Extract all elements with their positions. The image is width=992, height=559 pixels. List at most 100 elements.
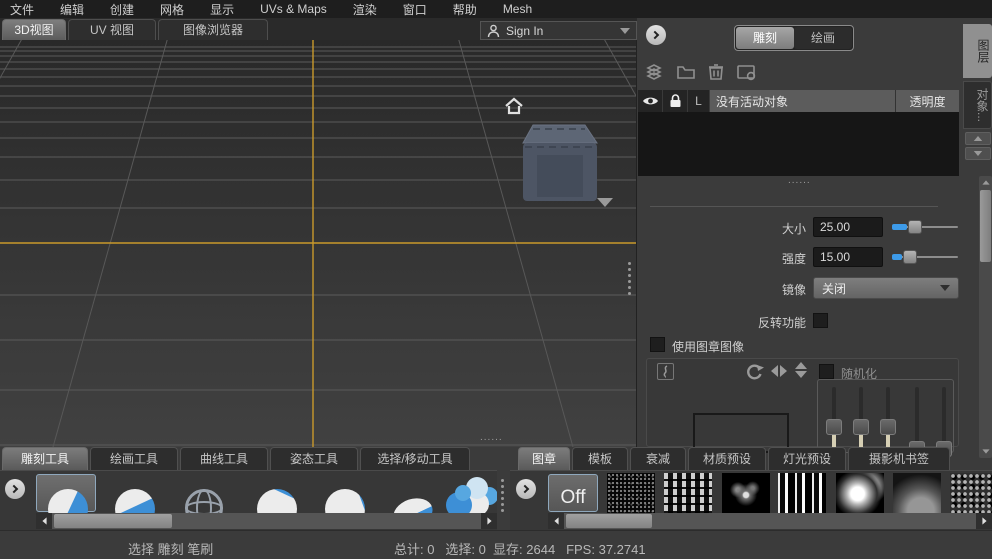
expand-stamp-tray-button[interactable]: [516, 479, 536, 499]
stamp-image-group: 随机化: [646, 358, 959, 457]
tab-camera-bookmarks[interactable]: 摄影机书签: [848, 447, 950, 470]
invert-checkbox[interactable]: [813, 313, 828, 328]
tab-uv-view[interactable]: UV 视图: [68, 19, 156, 40]
tab-sculpt-tools[interactable]: 雕刻工具: [2, 447, 88, 470]
scrollbar-thumb[interactable]: [566, 514, 652, 528]
flip-horizontal-icon[interactable]: [771, 365, 787, 377]
scrollbar-thumb[interactable]: [54, 514, 172, 528]
menu-bar: 文件 编辑 创建 网格 显示 UVs & Maps 渲染 窗口 帮助 Mesh: [0, 0, 992, 18]
stamp-off-label: Off: [560, 487, 586, 508]
stamp-thumbnail-streaks[interactable]: [778, 473, 826, 513]
layer-group-button[interactable]: [676, 62, 698, 82]
stamp-browse-button[interactable]: [657, 363, 674, 380]
stamp-thumbnail-dot-grid[interactable]: [664, 473, 712, 513]
brush-tray-scrollbar[interactable]: [36, 513, 497, 529]
tab-stamps[interactable]: 图章: [518, 447, 570, 470]
vram-value: 2644: [526, 542, 556, 557]
layer-list-header: L 没有活动对象 透明度: [638, 90, 959, 112]
panel-scrollbar[interactable]: [979, 176, 992, 458]
invert-label: 反转功能: [757, 316, 806, 330]
mirror-value: 关闭: [822, 281, 847, 296]
layer-list[interactable]: [638, 112, 959, 176]
tab-stencils[interactable]: 模板: [572, 447, 628, 470]
size-slider[interactable]: [892, 219, 958, 236]
tab-curve-tools[interactable]: 曲线工具: [180, 447, 268, 470]
layer-image-button[interactable]: [736, 62, 758, 82]
scroll-left-icon[interactable]: [36, 513, 52, 529]
home-icon[interactable]: [504, 97, 524, 115]
fps-value: 37.2741: [598, 542, 646, 557]
scene-stats: 总计: 0 选择: 0 显存: 2644 FPS: 37.2741: [394, 539, 646, 558]
viewport-3d[interactable]: ......: [0, 40, 637, 447]
view-cube[interactable]: [519, 117, 601, 205]
tab-image-browser[interactable]: 图像浏览器: [158, 19, 268, 40]
stamp-off-tile[interactable]: Off: [548, 474, 598, 512]
menu-mesh[interactable]: Mesh: [503, 2, 532, 16]
new-layer-button[interactable]: [646, 62, 668, 82]
stamp-tray-tabs: 图章 模板 衰减 材质预设 灯光预设 摄影机书签: [510, 447, 992, 470]
vram-label: 显存:: [493, 542, 523, 557]
layer-visibility-column[interactable]: [638, 90, 663, 112]
foamy-brush-icon[interactable]: [455, 485, 471, 501]
use-stamp-checkbox[interactable]: [650, 337, 665, 352]
expand-tray-button[interactable]: [5, 479, 25, 499]
menu-help[interactable]: 帮助: [453, 1, 477, 18]
brush-tile-selected[interactable]: [36, 474, 96, 529]
side-tab-layers[interactable]: 图层: [963, 24, 992, 78]
layer-l-column: L: [688, 90, 710, 112]
side-tab-scroll-up-button[interactable]: [965, 132, 991, 145]
scroll-up-icon[interactable]: [979, 176, 992, 189]
stamp-thumbnail-cloud[interactable]: [836, 473, 884, 513]
scroll-left-icon[interactable]: [548, 513, 564, 529]
collapse-panel-button[interactable]: [646, 25, 666, 45]
menu-mesh-grid[interactable]: 网格: [160, 1, 184, 18]
menu-display[interactable]: 显示: [210, 1, 234, 18]
rotate-icon[interactable]: [745, 363, 765, 381]
strength-slider[interactable]: [892, 249, 958, 266]
mode-sculpt-button[interactable]: 雕刻: [736, 27, 794, 49]
divider: [650, 206, 938, 207]
strength-input[interactable]: 15.00: [813, 247, 883, 267]
layer-lock-column[interactable]: [663, 90, 688, 112]
tab-material-presets[interactable]: 材质预设: [688, 447, 766, 470]
side-tab-scroll-down-button[interactable]: [965, 147, 991, 160]
tab-falloff[interactable]: 衰减: [630, 447, 686, 470]
tab-light-presets[interactable]: 灯光预设: [768, 447, 846, 470]
menu-edit[interactable]: 编辑: [60, 1, 84, 18]
tab-pose-tools[interactable]: 姿态工具: [270, 447, 358, 470]
total-value: 0: [427, 542, 435, 557]
sign-in-dropdown[interactable]: Sign In: [480, 21, 637, 40]
chevron-down-icon: [620, 27, 630, 34]
circle-arrow-icon: [520, 484, 530, 494]
tab-select-move-tools[interactable]: 选择/移动工具: [360, 447, 470, 470]
stamp-thumbnail-rock[interactable]: [950, 473, 992, 513]
scroll-right-icon[interactable]: [481, 513, 497, 529]
sign-in-label: Sign In: [506, 23, 544, 38]
stamp-tray-scrollbar[interactable]: [548, 513, 992, 529]
tab-paint-tools[interactable]: 绘画工具: [90, 447, 178, 470]
mirror-dropdown[interactable]: 关闭: [813, 277, 959, 299]
panel-splitter-handle[interactable]: [628, 260, 631, 296]
mode-paint-button[interactable]: 绘画: [794, 27, 852, 49]
stamp-thumbnail-splatter[interactable]: [722, 473, 770, 513]
side-tab-objects[interactable]: 对象...: [963, 81, 992, 129]
flip-vertical-icon[interactable]: [795, 362, 807, 378]
menu-uvs-maps[interactable]: UVs & Maps: [260, 2, 327, 16]
tray-splitter-handle[interactable]: ......: [480, 432, 503, 443]
tab-3d-view[interactable]: 3D视图: [2, 19, 66, 40]
menu-render[interactable]: 渲染: [353, 1, 377, 18]
size-input[interactable]: 25.00: [813, 217, 883, 237]
layer-list-resize-handle[interactable]: ......: [788, 176, 811, 186]
scroll-right-icon[interactable]: [976, 513, 992, 529]
stamp-thumbnail-smoke[interactable]: [893, 473, 941, 513]
chevron-down-icon: [940, 285, 950, 291]
randomize-checkbox[interactable]: [819, 364, 834, 379]
menu-file[interactable]: 文件: [10, 1, 34, 18]
menu-create[interactable]: 创建: [110, 1, 134, 18]
view-cube-menu-arrow-icon[interactable]: [597, 198, 613, 207]
stamp-thumbnail-noise[interactable]: [607, 473, 655, 513]
delete-layer-button[interactable]: [706, 62, 728, 82]
menu-window[interactable]: 窗口: [403, 1, 427, 18]
scrollbar-thumb[interactable]: [980, 190, 991, 262]
tray-divider-handle[interactable]: [501, 477, 504, 513]
